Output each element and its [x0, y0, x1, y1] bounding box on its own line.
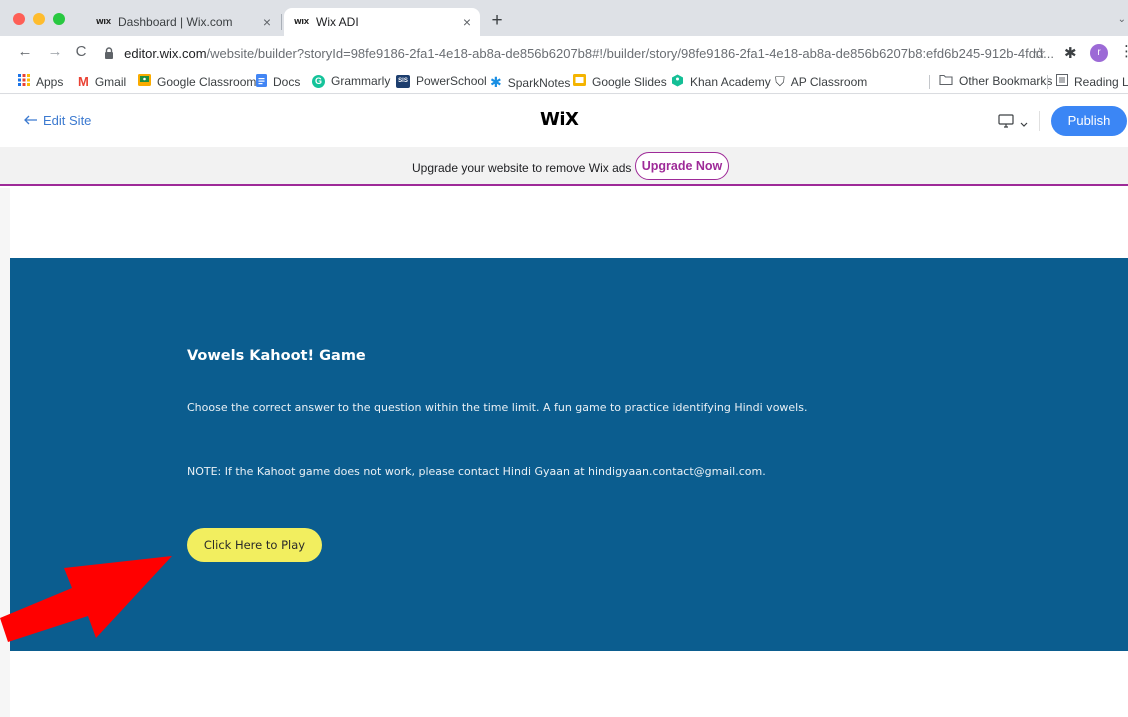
reload-button[interactable]: C: [72, 43, 90, 60]
grammarly-icon: G: [312, 74, 325, 88]
edit-site-link[interactable]: Edit Site: [24, 113, 91, 128]
sparknotes-icon: ✱: [490, 74, 502, 90]
chevron-down-icon: [1020, 115, 1028, 133]
upgrade-now-button[interactable]: Upgrade Now: [635, 152, 729, 180]
browser-menu-icon[interactable]: ⋮: [1119, 42, 1128, 60]
bookmark-label: Other Bookmarks: [959, 74, 1053, 88]
arrow-left-icon: [24, 113, 38, 128]
bookmark-label: SparkNotes: [507, 75, 571, 90]
extensions-puzzle-icon[interactable]: ✱: [1064, 44, 1077, 62]
slides-icon: [573, 74, 586, 89]
bookmarks-divider: [1047, 75, 1048, 89]
bookmark-powerschool[interactable]: SIS PowerSchool: [396, 74, 487, 88]
browser-tab-strip: WIX Dashboard | Wix.com × WIX Wix ADI × …: [0, 0, 1128, 36]
tab-search-icon[interactable]: ⌄: [1118, 14, 1126, 25]
bookmark-star-icon[interactable]: ☆: [1033, 44, 1046, 62]
classroom-icon: [138, 74, 151, 89]
window-controls: [13, 13, 65, 25]
tab-close-icon[interactable]: ×: [454, 14, 480, 30]
desktop-monitor-icon: [998, 114, 1014, 133]
apps-grid-icon: [18, 74, 30, 89]
reading-list-button[interactable]: Reading Lis: [1056, 74, 1128, 89]
bookmark-apps[interactable]: Apps: [18, 74, 63, 89]
bookmarks-bar: Apps M Gmail Google Classroom Docs G Gra…: [0, 70, 1128, 94]
khan-academy-icon: [671, 74, 684, 90]
play-button[interactable]: Click Here to Play: [187, 528, 322, 562]
profile-avatar[interactable]: r: [1090, 44, 1108, 62]
address-bar[interactable]: editor.wix.com/website/builder?storyId=9…: [104, 40, 1054, 66]
forward-button[interactable]: →: [46, 43, 64, 60]
wix-editor-header: Edit Site WiX Publish: [0, 95, 1128, 147]
wix-favicon-icon: WIX: [294, 18, 309, 26]
browser-toolbar: ← → C editor.wix.com/website/builder?sto…: [0, 36, 1128, 70]
bookmarks-divider: [929, 75, 930, 89]
edit-site-label: Edit Site: [43, 113, 92, 128]
zoom-window-button[interactable]: [53, 13, 65, 25]
bookmark-label: Grammarly: [331, 74, 391, 88]
tab-dashboard[interactable]: WIX Dashboard | Wix.com ×: [84, 8, 280, 36]
gmail-icon: M: [78, 74, 89, 89]
powerschool-icon: SIS: [396, 74, 410, 88]
bookmark-label: PowerSchool: [416, 74, 487, 88]
tab-title: Wix ADI: [316, 15, 359, 29]
wix-logo: WiX: [540, 109, 579, 130]
section-description: Choose the correct answer to the questio…: [187, 401, 808, 414]
url-host: editor.wix.com: [124, 45, 207, 61]
close-window-button[interactable]: [13, 13, 25, 25]
lock-icon[interactable]: [104, 45, 116, 61]
back-button[interactable]: ←: [16, 43, 34, 60]
tab-close-icon[interactable]: ×: [254, 14, 280, 30]
bookmark-khan-academy[interactable]: Khan Academy: [671, 74, 771, 90]
bookmark-ap-classroom[interactable]: ⛉ AP Classroom: [775, 74, 867, 90]
bookmark-label: Khan Academy: [690, 75, 771, 89]
bookmark-label: Docs: [273, 75, 301, 89]
ap-classroom-icon: ⛉: [775, 74, 785, 89]
section-title: Vowels Kahoot! Game: [187, 348, 366, 364]
folder-icon: [939, 74, 953, 88]
bookmark-docs[interactable]: Docs: [256, 74, 300, 90]
wix-favicon-icon: WIX: [96, 18, 111, 26]
new-tab-button[interactable]: +: [486, 10, 508, 32]
bookmark-label: Gmail: [94, 74, 127, 89]
upgrade-message: Upgrade your website to remove Wix ads: [412, 161, 632, 175]
tab-separator: [281, 14, 282, 30]
red-arrow-icon: [0, 556, 172, 642]
bookmark-label: Google Slides: [592, 74, 667, 89]
reading-list-icon: [1056, 74, 1068, 89]
bookmark-label: Reading Lis: [1074, 74, 1128, 89]
url-path: /website/builder?storyId=98fe9186-2fa1-4…: [206, 45, 1054, 61]
publish-button[interactable]: Publish: [1051, 106, 1127, 136]
bookmark-other-bookmarks[interactable]: Other Bookmarks: [939, 74, 1052, 88]
bookmark-google-slides[interactable]: Google Slides: [573, 74, 667, 89]
upgrade-banner: Upgrade your website to remove Wix ads U…: [0, 147, 1128, 186]
tab-wix-adi[interactable]: WIX Wix ADI ×: [284, 8, 480, 36]
bookmark-grammarly[interactable]: G Grammarly: [312, 74, 390, 88]
bookmark-google-classroom[interactable]: Google Classroom: [138, 74, 256, 89]
header-divider: [1039, 111, 1040, 131]
device-preview-dropdown[interactable]: [998, 114, 1028, 133]
bookmark-label: Apps: [36, 74, 64, 89]
minimize-window-button[interactable]: [33, 13, 45, 25]
bookmark-label: Google Classroom: [157, 74, 257, 89]
docs-icon: [256, 74, 267, 90]
bookmark-label: AP Classroom: [790, 75, 868, 89]
bookmark-sparknotes[interactable]: ✱ SparkNotes: [490, 74, 570, 91]
contact-note: NOTE: If the Kahoot game does not work, …: [187, 465, 766, 478]
tab-title: Dashboard | Wix.com: [118, 15, 233, 29]
bookmark-gmail[interactable]: M Gmail: [78, 74, 126, 89]
